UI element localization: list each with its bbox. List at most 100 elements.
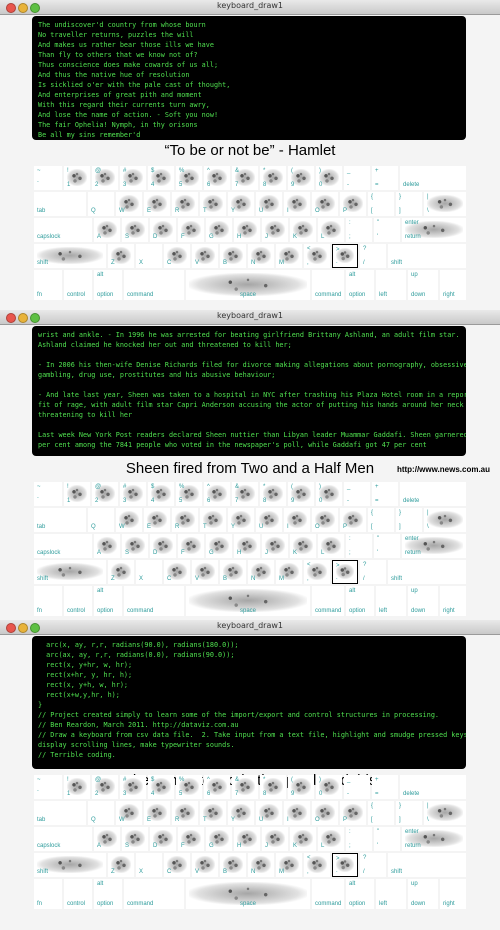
keyboard-key[interactable]: X xyxy=(136,853,162,877)
keyboard-key[interactable]: N xyxy=(248,244,274,268)
keyboard-key[interactable]: R xyxy=(172,801,198,825)
keyboard-key[interactable]: shift xyxy=(388,853,466,877)
keyboard-key[interactable]: X xyxy=(136,244,162,268)
keyboard-key[interactable]: | \ xyxy=(424,801,466,825)
keyboard-key[interactable]: :; xyxy=(346,218,372,242)
keyboard-key[interactable]: :; xyxy=(346,534,372,558)
keyboard-key[interactable]: ~ ` xyxy=(34,482,62,506)
keyboard-key[interactable]: C xyxy=(164,560,190,584)
keyboard-key[interactable]: right xyxy=(440,586,466,616)
keyboard-key[interactable]: #3 xyxy=(120,775,146,799)
keyboard-key[interactable]: * 8 xyxy=(260,482,286,506)
keyboard-key[interactable]: shift xyxy=(34,560,106,584)
keyboard-key[interactable]: tab xyxy=(34,801,86,825)
keyboard-key[interactable]: S xyxy=(122,827,148,851)
keyboard-key[interactable]: B xyxy=(220,560,246,584)
keyboard-key[interactable]: M xyxy=(276,244,302,268)
keyboard-key[interactable]: }] xyxy=(396,508,422,532)
keyboard-key[interactable]: G xyxy=(206,534,232,558)
keyboard-key[interactable]: K xyxy=(290,534,316,558)
keyboard-key[interactable]: L xyxy=(318,534,344,558)
keyboard-key[interactable]: @2 xyxy=(92,166,118,190)
keyboard-key[interactable]: " ' xyxy=(374,534,400,558)
keyboard-key[interactable]: left xyxy=(376,586,406,616)
keyboard-key[interactable]: J xyxy=(262,218,288,242)
keyboard-key[interactable]: Y xyxy=(228,508,254,532)
keyboard-key[interactable]: control xyxy=(64,586,92,616)
keyboard-key[interactable]: >. xyxy=(332,560,358,584)
keyboard-key[interactable]: Z xyxy=(108,560,134,584)
keyboard-key[interactable]: * 8 xyxy=(260,775,286,799)
keyboard-key[interactable]: @2 xyxy=(92,775,118,799)
keyboard-key[interactable]: G xyxy=(206,218,232,242)
keyboard-key[interactable]: F xyxy=(178,534,204,558)
keyboard-key[interactable]: " ' xyxy=(374,218,400,242)
keyboard-key[interactable]: delete xyxy=(400,166,466,190)
keyboard-key[interactable]: Y xyxy=(228,192,254,216)
keyboard-key[interactable]: alt option xyxy=(94,879,122,909)
keyboard-key[interactable]: shift xyxy=(388,244,466,268)
keyboard-key[interactable]: I xyxy=(284,508,310,532)
keyboard-key[interactable]: space xyxy=(186,879,310,909)
keyboard-key[interactable]: #3 xyxy=(120,166,146,190)
keyboard-key[interactable]: H xyxy=(234,827,260,851)
keyboard-key[interactable]: $4 xyxy=(148,166,174,190)
keyboard-key[interactable]: F xyxy=(178,827,204,851)
keyboard-key[interactable]: }] xyxy=(396,192,422,216)
keyboard-key[interactable]: W xyxy=(116,192,142,216)
keyboard-key[interactable]: space xyxy=(186,270,310,300)
keyboard-key[interactable]: P xyxy=(340,801,366,825)
keyboard-key[interactable]: O xyxy=(312,801,338,825)
keyboard-key[interactable]: <, xyxy=(304,853,330,877)
keyboard-key[interactable]: ) 0 xyxy=(316,166,342,190)
keyboard-key[interactable]: O xyxy=(312,508,338,532)
keyboard-key[interactable]: P xyxy=(340,508,366,532)
keyboard-key[interactable]: V xyxy=(192,853,218,877)
keyboard-key[interactable]: alt option xyxy=(346,879,374,909)
keyboard-key[interactable]: capslock xyxy=(34,218,92,242)
keyboard-key[interactable]: I xyxy=(284,192,310,216)
keyboard-key[interactable]: F xyxy=(178,218,204,242)
keyboard-key[interactable]: ? / xyxy=(360,853,386,877)
keyboard-key[interactable]: tab xyxy=(34,192,86,216)
keyboard-key[interactable]: ? / xyxy=(360,560,386,584)
keyboard-key[interactable]: S xyxy=(122,534,148,558)
keyboard-key[interactable]: W xyxy=(116,801,142,825)
keyboard-key[interactable]: T xyxy=(200,508,226,532)
keyboard-key[interactable]: _ - xyxy=(344,482,370,506)
keyboard-key[interactable]: O xyxy=(312,192,338,216)
keyboard-key[interactable]: $4 xyxy=(148,482,174,506)
keyboard-key[interactable]: up down xyxy=(408,270,438,300)
keyboard-key[interactable]: + = xyxy=(372,775,398,799)
keyboard-key[interactable]: E xyxy=(144,192,170,216)
keyboard-key[interactable]: | \ xyxy=(424,192,466,216)
keyboard-key[interactable]: shift xyxy=(388,560,466,584)
keyboard-key[interactable]: <, xyxy=(304,244,330,268)
keyboard-key[interactable]: enter return xyxy=(402,534,466,558)
keyboard-key[interactable]: {[ xyxy=(368,801,394,825)
keyboard-key[interactable]: N xyxy=(248,853,274,877)
keyboard-key[interactable]: up down xyxy=(408,586,438,616)
keyboard-key[interactable]: R xyxy=(172,192,198,216)
keyboard-key[interactable]: alt option xyxy=(346,270,374,300)
keyboard-key[interactable]: command xyxy=(312,879,344,909)
keyboard-key[interactable]: A xyxy=(94,534,120,558)
keyboard-key[interactable]: W xyxy=(116,508,142,532)
keyboard-key[interactable]: C xyxy=(164,244,190,268)
keyboard-key[interactable]: L xyxy=(318,218,344,242)
keyboard-key[interactable]: E xyxy=(144,801,170,825)
keyboard-key[interactable]: B xyxy=(220,244,246,268)
keyboard-key[interactable]: delete xyxy=(400,482,466,506)
keyboard-key[interactable]: <, xyxy=(304,560,330,584)
keyboard-key[interactable]: D xyxy=(150,218,176,242)
keyboard-key[interactable]: % 5 xyxy=(176,775,202,799)
keyboard-key[interactable]: Q xyxy=(88,508,114,532)
keyboard-key[interactable]: ^ 6 xyxy=(204,482,230,506)
keyboard-key[interactable]: E xyxy=(144,508,170,532)
keyboard-key[interactable]: + = xyxy=(372,166,398,190)
keyboard-key[interactable]: ) 0 xyxy=(316,482,342,506)
keyboard-key[interactable]: #3 xyxy=(120,482,146,506)
keyboard-key[interactable]: & 7 xyxy=(232,482,258,506)
keyboard-key[interactable]: * 8 xyxy=(260,166,286,190)
keyboard-key[interactable]: D xyxy=(150,827,176,851)
